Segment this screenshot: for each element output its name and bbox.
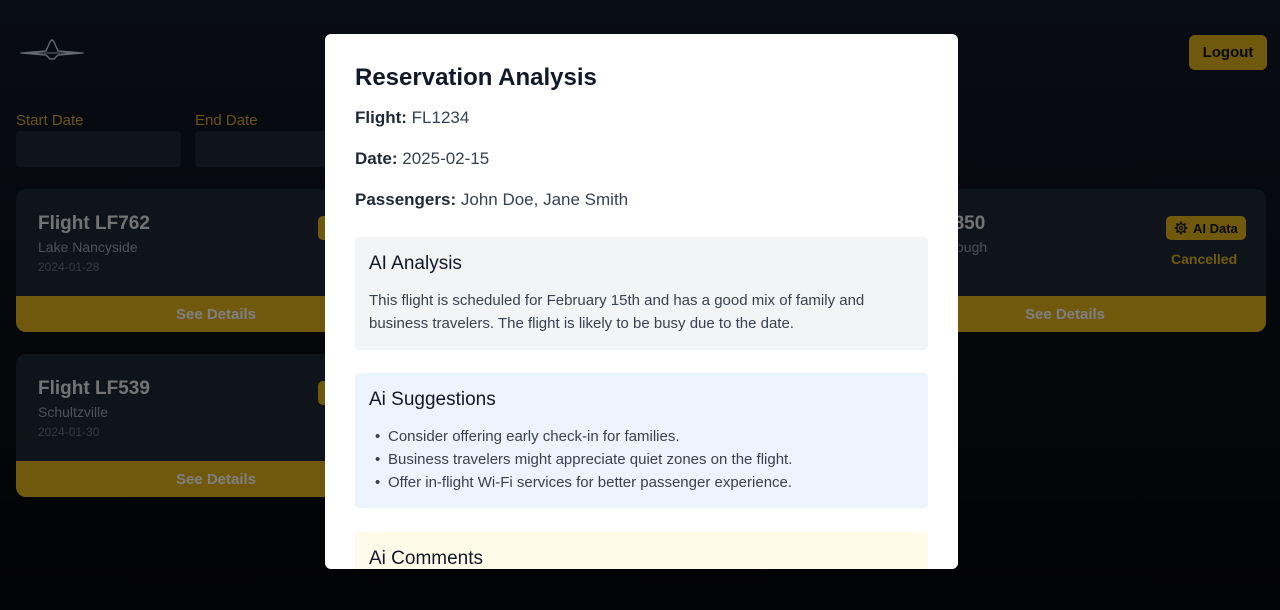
ai-suggestions-heading: Ai Suggestions (369, 389, 496, 410)
date-value: 2025-02-15 (402, 149, 490, 168)
reservation-analysis-modal: Reservation Analysis Flight: FL1234 Date… (325, 34, 958, 569)
ai-suggestions-panel: Ai Suggestions Consider offering early c… (355, 373, 928, 508)
modal-title: Reservation Analysis (355, 64, 597, 91)
list-item: Offer in-flight Wi-Fi services for bette… (369, 471, 914, 494)
passengers-value: John Doe, Jane Smith (460, 190, 629, 209)
list-item: Consider offering early check-in for fam… (369, 425, 914, 448)
ai-analysis-heading: AI Analysis (369, 253, 462, 274)
ai-analysis-text: This flight is scheduled for February 15… (369, 292, 865, 332)
date-info: Date: 2025-02-15 (355, 149, 928, 180)
ai-analysis-panel: AI Analysis This flight is scheduled for… (355, 237, 928, 350)
passengers-info: Passengers: John Doe, Jane Smith (355, 190, 928, 221)
flight-value: FL1234 (411, 108, 470, 127)
flight-info: Flight: FL1234 (355, 108, 928, 139)
ai-comments-heading: Ai Comments (369, 548, 484, 569)
ai-comments-panel: Ai Comments (355, 532, 928, 569)
flight-label: Flight: (355, 108, 407, 127)
list-item: Business travelers might appreciate quie… (369, 448, 914, 471)
suggestions-list: Consider offering early check-in for fam… (369, 425, 914, 494)
passengers-label: Passengers: (355, 190, 457, 209)
date-label: Date: (355, 149, 398, 168)
